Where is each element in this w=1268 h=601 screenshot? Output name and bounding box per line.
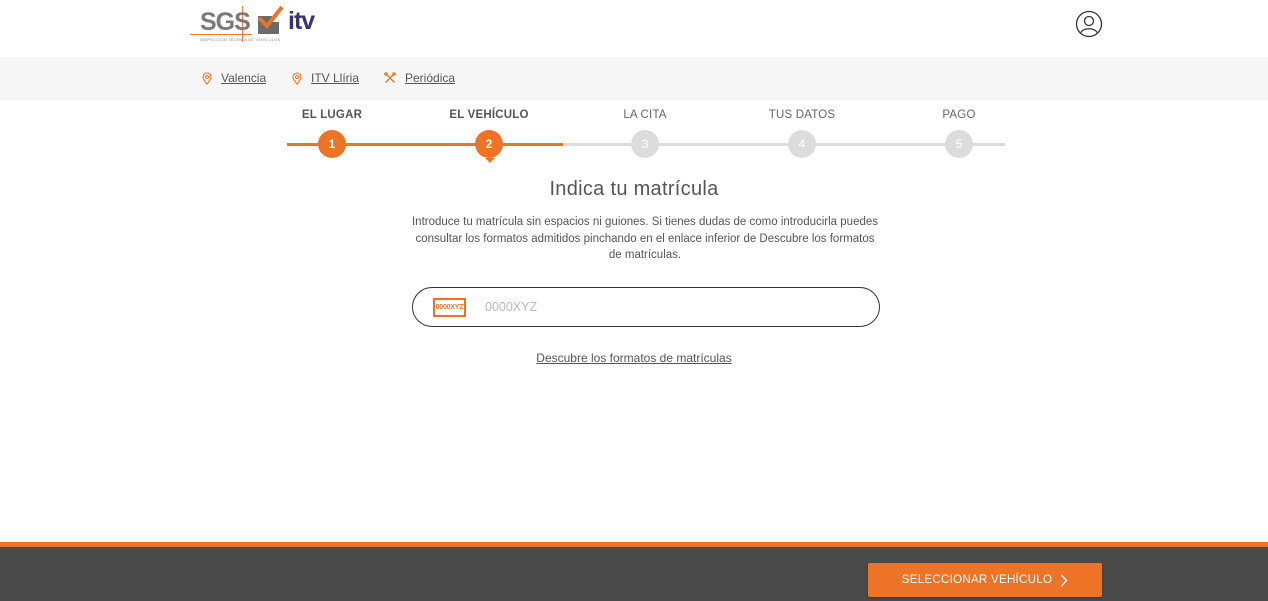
step-number: 2 — [475, 130, 503, 158]
sgs-itv-logo[interactable]: SGS INSPECCIÓN TÉCNICA DE VEHÍCULOS itv — [190, 6, 330, 46]
step-number: 3 — [631, 130, 659, 158]
step-label: PAGO — [942, 109, 976, 121]
plate-formats-link-row: Descubre los formatos de matrículas — [0, 351, 1268, 365]
step-label: TUS DATOS — [768, 109, 836, 121]
select-vehicle-button[interactable]: SELECCIONAR VEHÍCULO — [868, 563, 1102, 597]
tools-icon — [384, 72, 396, 83]
license-plate-input[interactable] — [485, 296, 855, 318]
step-pago: PAGO 5 — [899, 108, 1019, 158]
step-number: 4 — [788, 130, 816, 158]
instructions-text: Introduce tu matrícula sin espacios ni g… — [411, 216, 879, 261]
logo-itv-text: itv — [288, 7, 315, 35]
step-el-vehiculo[interactable]: EL VEHÍCULO 2 — [429, 108, 549, 158]
chevron-right-icon — [1061, 574, 1068, 586]
step-la-cita: LA CITA 3 — [585, 108, 705, 158]
map-pin-icon — [292, 71, 302, 85]
progress-stepper: EL LUGAR 1 EL VEHÍCULO 2 LA CITA 3 TUS D… — [287, 108, 1005, 168]
breadcrumb-item-inspection-type[interactable]: Periódica — [384, 71, 455, 85]
select-vehicle-label: SELECCIONAR VEHÍCULO — [901, 574, 1053, 586]
step-label: LA CITA — [623, 109, 667, 121]
step-el-lugar[interactable]: EL LUGAR 1 — [272, 108, 392, 158]
plate-formats-link[interactable]: Descubre los formatos de matrículas — [536, 351, 731, 365]
step-tus-datos: TUS DATOS 4 — [742, 108, 862, 158]
current-step-caret-icon — [485, 158, 495, 163]
footer-bar: SELECCIONAR VEHÍCULO — [0, 547, 1268, 601]
page-title: Indica tu matrícula — [549, 178, 719, 200]
step-label: EL VEHÍCULO — [449, 109, 529, 121]
breadcrumb-label: Periódica — [405, 71, 456, 85]
breadcrumb-item-valencia[interactable]: Valencia — [202, 71, 266, 85]
step-number: 1 — [318, 130, 346, 158]
breadcrumb-label: Valencia — [221, 71, 267, 85]
breadcrumb-item-station[interactable]: ITV Llíria — [292, 71, 359, 85]
header: SGS INSPECCIÓN TÉCNICA DE VEHÍCULOS itv — [0, 0, 1268, 57]
breadcrumb-label: ITV Llíria — [311, 71, 360, 85]
step-label: EL LUGAR — [301, 109, 363, 121]
step-number: 5 — [945, 130, 973, 158]
breadcrumb: Valencia ITV Llíria Periódica — [0, 57, 1268, 101]
user-circle-icon[interactable] — [1075, 10, 1103, 38]
license-plate-icon: 0000XYZ — [433, 298, 466, 317]
license-plate-field[interactable]: 0000XYZ — [412, 287, 880, 327]
map-pin-icon — [202, 71, 212, 85]
check-car-icon — [257, 6, 284, 34]
logo-sgs-text: SGS — [200, 8, 251, 36]
